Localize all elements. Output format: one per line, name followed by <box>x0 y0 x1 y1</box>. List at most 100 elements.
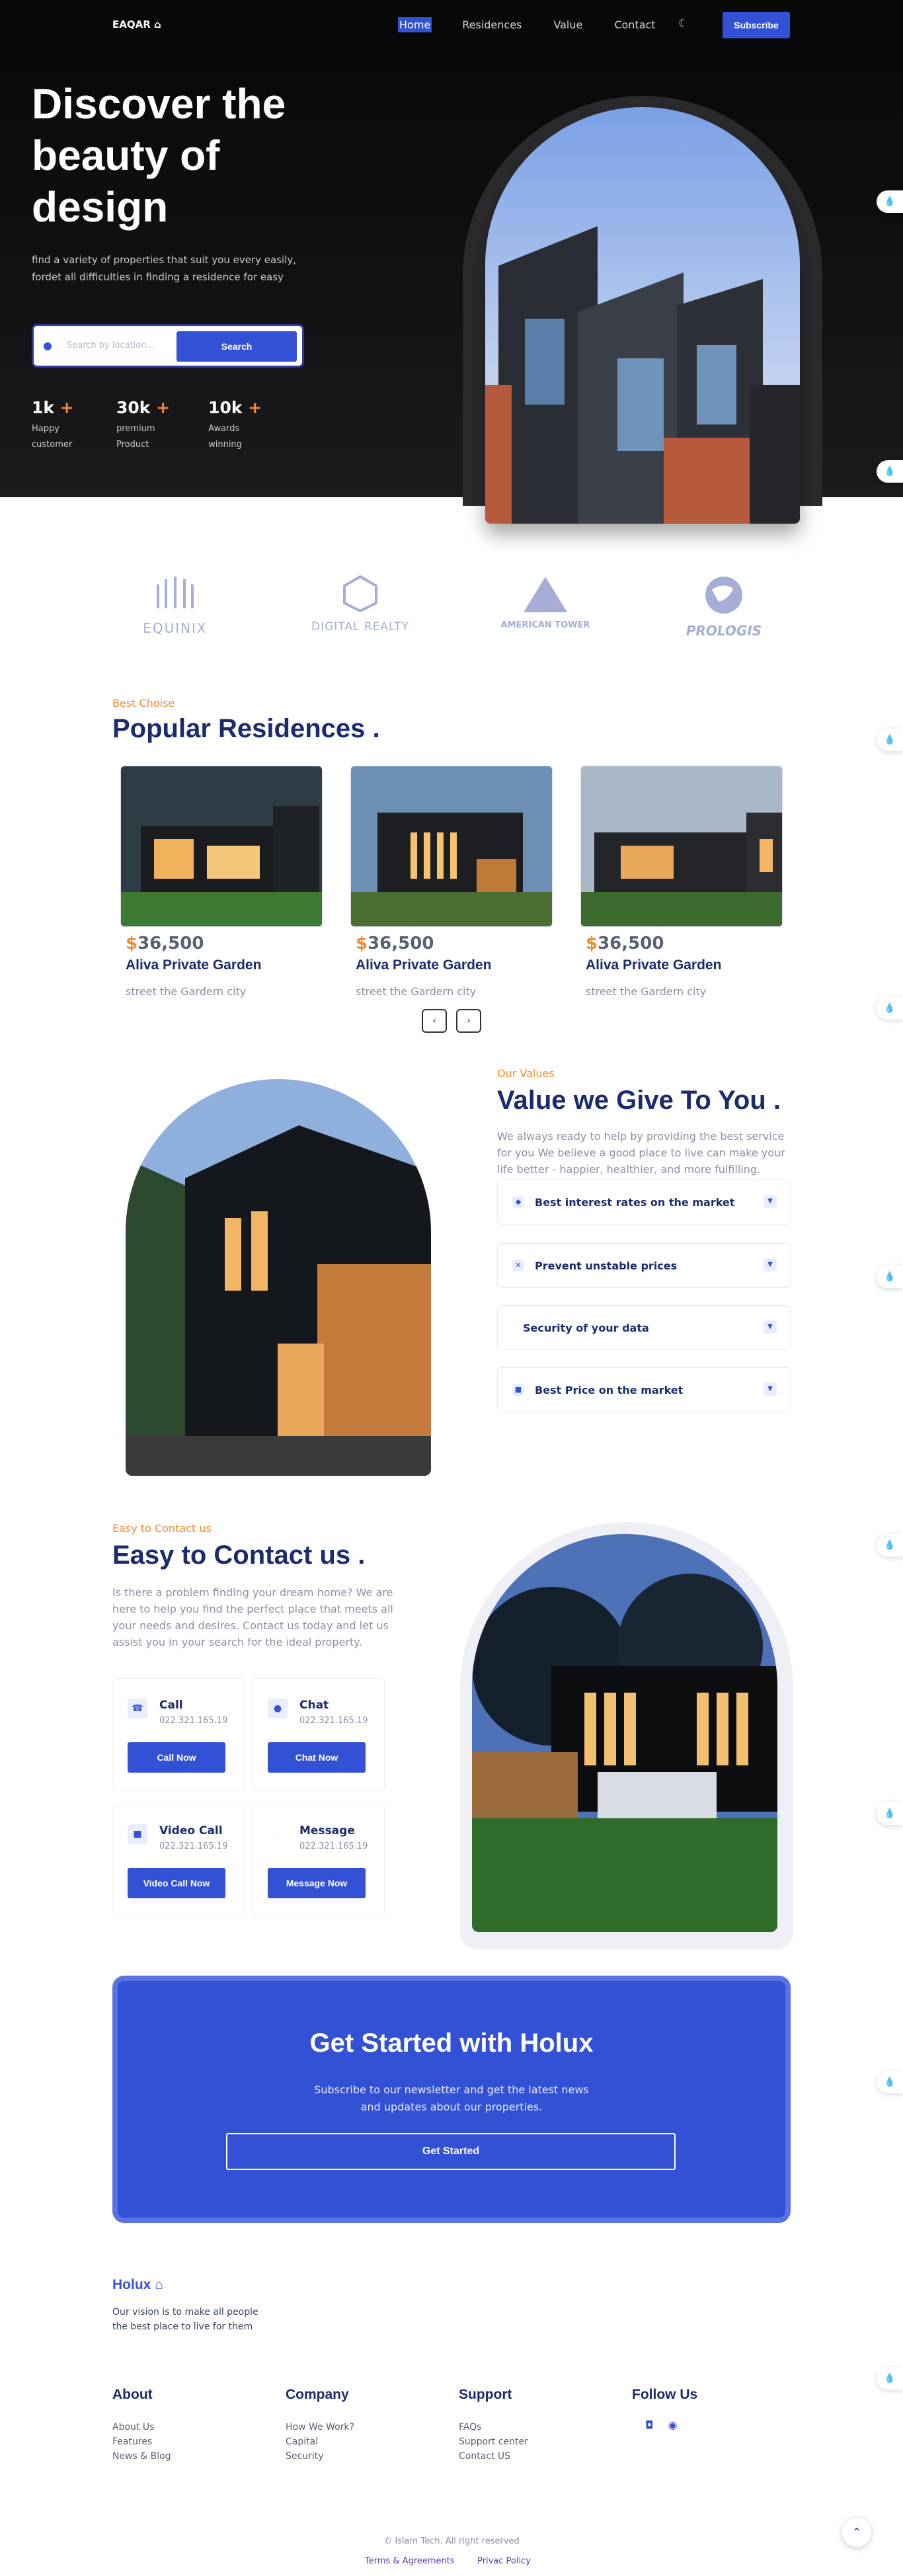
floating-drop-icon[interactable]: 💧 <box>877 729 903 751</box>
value-building-image <box>126 1079 431 1476</box>
logo-text: EAQAR <box>112 19 151 30</box>
footer-link[interactable]: Support center <box>459 2435 604 2449</box>
footer-link[interactable]: FAQs <box>459 2420 604 2435</box>
price-currency: $ <box>356 934 368 953</box>
residences-title: Popular Residences . <box>112 714 380 743</box>
stat-plus: + <box>248 398 262 417</box>
chevron-down-icon[interactable]: ▼ <box>764 1383 777 1396</box>
price-currency: $ <box>586 934 598 953</box>
contact-card: ☎ Call 022.321.165.19 Call Now <box>112 1678 245 1791</box>
floating-drop-icon[interactable]: 💧 <box>877 460 903 483</box>
stat-plus: + <box>59 398 74 417</box>
accordion-title: Security of your data <box>523 1322 649 1334</box>
residence-address: street the Gardern city <box>356 985 477 998</box>
call-now-button[interactable]: Call Now <box>128 1742 225 1773</box>
floating-drop-icon[interactable]: 💧 <box>877 190 903 213</box>
footer-link[interactable]: How We Work? <box>286 2420 431 2435</box>
scroll-to-top-button[interactable]: ⌃ <box>842 2518 871 2547</box>
footer-brand[interactable]: Holux ⌂ <box>112 2277 163 2293</box>
video-icon: ■ <box>128 1824 147 1844</box>
nav-link-residences[interactable]: Residences <box>461 17 523 32</box>
contact-card-title: Message <box>299 1824 355 1837</box>
floating-drop-icon[interactable]: 💧 <box>877 1534 903 1556</box>
footer-link[interactable]: Security <box>286 2449 431 2464</box>
contact-card: ■ Video Call 022.321.165.19 Video Call Now <box>112 1804 245 1916</box>
residence-card[interactable]: $36,500 Aliva Private Garden street the … <box>350 766 553 998</box>
value-accordion-item[interactable]: ■ Best Price on the market ▼ <box>497 1367 791 1412</box>
values-text: We always ready to help by providing the… <box>497 1130 785 1176</box>
chat-now-button[interactable]: Chat Now <box>268 1742 366 1773</box>
video-call-now-button[interactable]: Video Call Now <box>128 1868 225 1898</box>
nav-link-contact[interactable]: Contact <box>613 17 656 32</box>
accordion-title: Best Price on the market <box>535 1384 684 1396</box>
hero-subtitle: find a variety of properties that suit y… <box>32 254 296 283</box>
residence-card[interactable]: $36,500 Aliva Private Garden street the … <box>120 766 323 998</box>
instagram-icon[interactable]: ◘ <box>645 2419 654 2431</box>
footer-column-company: Company How We Work? Capital Security <box>286 2387 431 2464</box>
residence-name: Aliva Private Garden <box>586 957 722 973</box>
chevron-down-icon[interactable]: ▼ <box>764 1258 777 1271</box>
footer-link[interactable]: About Us <box>112 2420 258 2435</box>
search-button[interactable]: Search <box>177 331 297 362</box>
message-now-button[interactable]: Message Now <box>268 1868 366 1898</box>
location-pin-icon: ● <box>43 339 52 352</box>
footer-link[interactable]: Capital <box>286 2435 431 2449</box>
stat-item: 30k + premium Product <box>116 398 170 453</box>
contact-card-number: 022.321.165.19 <box>299 1841 368 1851</box>
cta-section: Get Started with Holux Subscribe to our … <box>112 1976 791 2223</box>
carousel-prev-button[interactable]: ‹ <box>422 1009 447 1033</box>
nav-link-home[interactable]: Home <box>398 17 432 32</box>
nav-link-value[interactable]: Value <box>552 17 584 32</box>
footer-link[interactable]: Features <box>112 2435 258 2449</box>
logo[interactable]: EAQAR ⌂ <box>112 19 161 30</box>
brand-name: DIGITAL REALTY <box>311 620 409 633</box>
residences-kicker: Best Choise <box>112 697 175 709</box>
hero-title: Discover the beauty of design <box>32 80 286 231</box>
accordion-title: Best interest rates on the market <box>535 1196 735 1209</box>
search-bar: ● Search by location... Search <box>32 324 304 368</box>
value-accordion-item[interactable]: · Security of your data ▼ <box>497 1305 791 1350</box>
residence-image <box>120 766 323 927</box>
tag-icon: ■ <box>512 1384 524 1396</box>
accordion-title: Prevent unstable prices <box>535 1260 678 1272</box>
floating-drop-icon[interactable]: 💧 <box>877 1266 903 1288</box>
carousel-next-button[interactable]: › <box>456 1009 481 1033</box>
get-started-button[interactable]: Get Started <box>226 2133 676 2170</box>
value-accordion-item[interactable]: ◆ Best interest rates on the market ▼ <box>497 1180 791 1225</box>
chevron-down-icon[interactable]: ▼ <box>764 1195 777 1208</box>
values-title: Value we Give To You . <box>497 1086 781 1115</box>
contact-title: Easy to Contact us . <box>112 1541 366 1570</box>
terms-link[interactable]: Terms & Agreements <box>365 2556 455 2566</box>
stat-label: Awards winning <box>208 424 242 450</box>
moon-icon[interactable]: ☾ <box>678 17 688 30</box>
shield-icon: ◆ <box>512 1196 524 1208</box>
contact-card-number: 022.321.165.19 <box>159 1841 228 1851</box>
brand-logo-prologis: PROLOGIS <box>668 575 780 639</box>
floating-drop-icon[interactable]: 💧 <box>877 2071 903 2093</box>
contact-card-title: Call <box>159 1699 183 1712</box>
residence-address: street the Gardern city <box>586 985 707 998</box>
hero-stats: 1k + Happy customer 30k + premium Produc… <box>32 398 262 453</box>
brand-name: EQUINIX <box>143 620 208 636</box>
footer-link[interactable]: Contact US <box>459 2449 604 2464</box>
floating-drop-icon[interactable]: 💧 <box>877 2367 903 2390</box>
contact-text: Is there a problem finding your dream ho… <box>112 1586 393 1648</box>
copyright: © Islam Tech. All right reserved <box>383 2536 520 2546</box>
chevron-down-icon[interactable]: ▼ <box>764 1320 777 1334</box>
message-icon: · <box>268 1824 288 1844</box>
floating-drop-icon[interactable]: 💧 <box>877 997 903 1020</box>
cancel-icon: ✕ <box>512 1260 524 1271</box>
pinterest-icon[interactable]: ◉ <box>668 2419 678 2431</box>
floating-drop-icon[interactable]: 💧 <box>877 1802 903 1825</box>
privacy-link[interactable]: Privac Policy <box>477 2556 531 2566</box>
cta-text: Subscribe to our newsletter and get the … <box>314 2083 589 2113</box>
value-accordion-item[interactable]: ✕ Prevent unstable prices ▼ <box>497 1243 791 1288</box>
footer-column-follow: Follow Us ◘ ◉ <box>632 2387 777 2431</box>
stat-number: 30k <box>116 398 151 417</box>
brand-logos: EQUINIX DIGITAL REALTY AMERICAN TOWER PR… <box>112 575 793 661</box>
subscribe-button[interactable]: Subscribe <box>723 12 790 38</box>
search-input[interactable]: Search by location... <box>67 341 155 350</box>
residence-card[interactable]: $36,500 Aliva Private Garden street the … <box>580 766 783 998</box>
contact-building-image <box>472 1534 777 1932</box>
footer-link[interactable]: News & Blog <box>112 2449 258 2464</box>
